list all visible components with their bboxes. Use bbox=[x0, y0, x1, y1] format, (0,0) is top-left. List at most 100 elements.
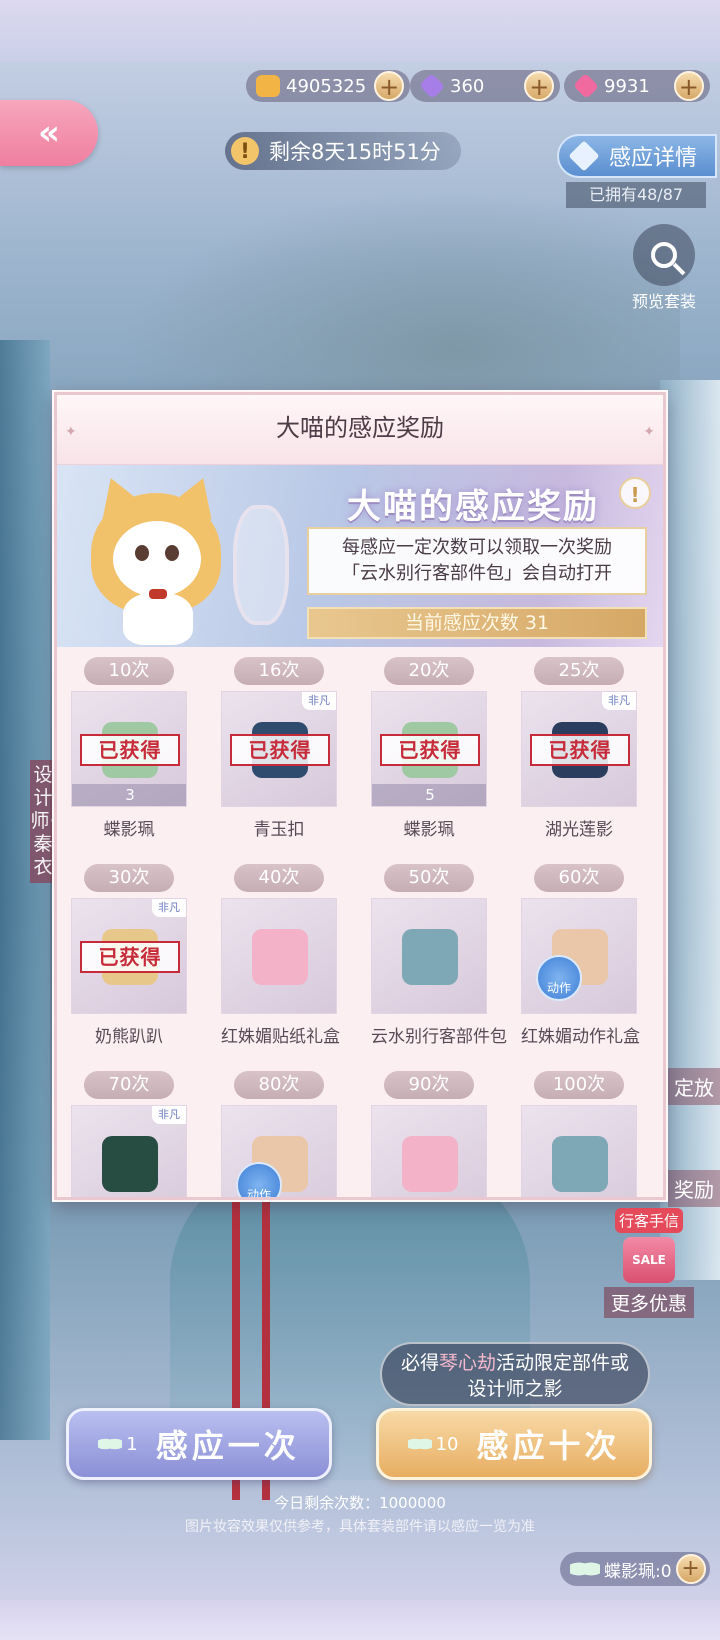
mirror-image bbox=[233, 505, 289, 625]
reward-cell[interactable]: 10次已获得 3 蝶影珮 bbox=[71, 657, 187, 852]
reward-name: 蝶影珮 bbox=[103, 820, 155, 840]
add-token-button[interactable]: + bbox=[675, 1554, 706, 1584]
back-button[interactable]: « bbox=[0, 100, 98, 166]
reward-item-image: 非凡已获得 bbox=[221, 691, 337, 807]
background-pillar-right bbox=[660, 380, 720, 1280]
bottom-band bbox=[0, 1600, 720, 1640]
reward-cell[interactable]: 40次 红姝媚贴纸礼盒 bbox=[221, 864, 340, 1059]
rare-badge: 非凡 bbox=[302, 692, 336, 710]
add-pink-diamond-button[interactable]: + bbox=[673, 71, 704, 101]
background-mountain bbox=[120, 190, 680, 390]
reward-threshold: 70次 bbox=[84, 1071, 174, 1099]
event-timer: ! 剩余8天15时51分 bbox=[225, 132, 461, 170]
reward-cell[interactable]: 100次 bbox=[521, 1071, 637, 1197]
action-badge-icon: 动作 bbox=[536, 955, 582, 1001]
preview-label: 预览套装 bbox=[631, 292, 696, 311]
reward-quantity: 5 bbox=[372, 784, 486, 806]
diamond-icon bbox=[568, 140, 600, 172]
reward-cell[interactable]: 16次非凡已获得青玉扣 bbox=[221, 657, 337, 852]
reward-cell[interactable]: 25次 非凡 已获得 湖光莲影 bbox=[521, 657, 637, 852]
draw-ten-button[interactable]: 10 感应十次 bbox=[376, 1408, 652, 1480]
disclaimer-text: 图片妆容效果仅供参考，具体套装部件请以感应一览为准 bbox=[185, 1519, 535, 1535]
search-icon bbox=[651, 242, 677, 268]
reward-name: 奶熊趴趴 bbox=[95, 1027, 163, 1047]
add-coins-button[interactable]: + bbox=[374, 71, 405, 101]
reward-cell[interactable]: 20次已获得 5 蝶影珮 bbox=[371, 657, 487, 852]
draw-once-cost: 1 bbox=[98, 1434, 138, 1455]
pink-diamond-icon bbox=[572, 72, 600, 100]
preview-outfit-button[interactable]: 预览套装 bbox=[624, 224, 704, 312]
reward-cell[interactable]: 50次 云水别行客部件包 bbox=[371, 864, 507, 1059]
obtained-stamp: 已获得 bbox=[530, 734, 630, 766]
token-counter: 蝶影珮:0 + bbox=[560, 1552, 710, 1586]
reward-item-image: 已获得 3 bbox=[71, 691, 187, 807]
rare-badge: 非凡 bbox=[152, 1106, 186, 1124]
purple-diamond-value: 360 bbox=[450, 75, 485, 97]
reward-cell[interactable]: 80次动作 bbox=[221, 1071, 337, 1197]
owned-count: 已拥有48/87 bbox=[566, 182, 706, 208]
promo-label: 更多优惠 bbox=[604, 1287, 694, 1318]
reward-threshold: 10次 bbox=[84, 657, 174, 685]
add-purple-diamond-button[interactable]: + bbox=[524, 71, 555, 101]
reward-cell[interactable]: 30次 非凡 已获得 奶熊趴趴 bbox=[71, 864, 187, 1059]
side-right-label-2: 奖励 bbox=[668, 1170, 720, 1207]
currency-purple-diamond: 360 + bbox=[410, 70, 561, 102]
butterfly-icon bbox=[570, 1558, 600, 1580]
background-pillar-left bbox=[0, 340, 50, 1440]
action-badge-icon: 动作 bbox=[236, 1162, 282, 1197]
promo-tag: 行客手信 bbox=[614, 1208, 683, 1233]
hint-prefix: 必得 bbox=[400, 1352, 439, 1374]
reward-threshold: 100次 bbox=[534, 1071, 624, 1099]
reward-item-art bbox=[102, 1136, 158, 1192]
reward-item-image bbox=[371, 1105, 487, 1197]
reward-name: 青玉扣 bbox=[253, 820, 305, 840]
sale-bag-icon: SALE bbox=[623, 1237, 675, 1283]
detail-button[interactable]: 感应详情 bbox=[557, 134, 717, 178]
reward-name: 红姝媚动作礼盒 bbox=[521, 1027, 640, 1047]
reward-name: 湖光莲影 bbox=[545, 820, 613, 840]
current-count: 当前感应次数 31 bbox=[307, 607, 647, 639]
draw-ten-label: 感应十次 bbox=[476, 1427, 621, 1465]
hint-line-2: 设计师之影 bbox=[467, 1378, 563, 1400]
reward-banner: 大喵的感应奖励 ! 每感应一定次数可以领取一次奖励 「云水别行客部件包」会自动打… bbox=[57, 465, 663, 647]
reward-threshold: 80次 bbox=[234, 1071, 324, 1099]
reward-item-image: 非凡 bbox=[71, 1105, 187, 1197]
purple-diamond-icon bbox=[418, 72, 446, 100]
preview-circle bbox=[633, 224, 695, 286]
reward-cell[interactable]: 90次 bbox=[371, 1071, 487, 1197]
cat-coin-icon bbox=[256, 75, 280, 97]
reward-item-image: 非凡已获得 bbox=[71, 898, 187, 1014]
reward-name: 蝶影珮 bbox=[403, 820, 455, 840]
reward-item-image: 动作 bbox=[221, 1105, 337, 1197]
reward-cell[interactable]: 60次 动作 红姝媚动作礼盒 bbox=[521, 864, 640, 1059]
currency-pink-diamond: 9931 + bbox=[564, 70, 710, 102]
obtained-stamp: 已获得 bbox=[80, 734, 180, 766]
reward-item-image: 非凡 已获得 bbox=[521, 691, 637, 807]
top-band bbox=[0, 0, 720, 62]
double-chevron-left-icon: « bbox=[38, 113, 60, 153]
info-button[interactable]: ! bbox=[619, 477, 651, 509]
hint-line-1: 必得琴心劫活动限定部件或 bbox=[382, 1350, 648, 1376]
obtained-stamp: 已获得 bbox=[230, 734, 330, 766]
promo-button[interactable]: 行客手信 SALE 更多优惠 bbox=[604, 1208, 694, 1318]
reward-grid: 10次 已获得 3 蝶影珮 16次 非凡 已获得 青玉扣 20次 已获得 5 蝶影珮 25次 非凡 已获得湖… bbox=[71, 657, 651, 1197]
guarantee-hint: 必得琴心劫活动限定部件或 设计师之影 bbox=[380, 1342, 650, 1406]
timer-text: 剩余8天15时51分 bbox=[269, 140, 441, 164]
detail-button-label: 感应详情 bbox=[609, 146, 698, 171]
reward-threshold: 16次 bbox=[234, 657, 324, 685]
draw-ten-cost-value: 10 bbox=[435, 1433, 459, 1455]
reward-cell[interactable]: 70次非凡 bbox=[71, 1071, 187, 1197]
obtained-stamp: 已获得 bbox=[380, 734, 480, 766]
obtained-stamp: 已获得 bbox=[80, 941, 180, 973]
butterfly-icon bbox=[98, 1435, 123, 1453]
reward-threshold: 20次 bbox=[384, 657, 474, 685]
reward-threshold: 50次 bbox=[384, 864, 474, 892]
currency-coins: 4905325 + bbox=[246, 70, 411, 102]
panel-header: ✦ ✦ 大喵的感应奖励 bbox=[57, 395, 663, 465]
star-ornament-icon: ✦ bbox=[65, 424, 77, 440]
reward-item-image: 动作 bbox=[521, 898, 637, 1014]
rare-badge: 非凡 bbox=[152, 899, 186, 917]
draw-once-button[interactable]: 1 感应一次 bbox=[66, 1408, 332, 1480]
side-right-label-1: 定放 bbox=[668, 1068, 720, 1105]
reward-item-image: 已获得 5 bbox=[371, 691, 487, 807]
